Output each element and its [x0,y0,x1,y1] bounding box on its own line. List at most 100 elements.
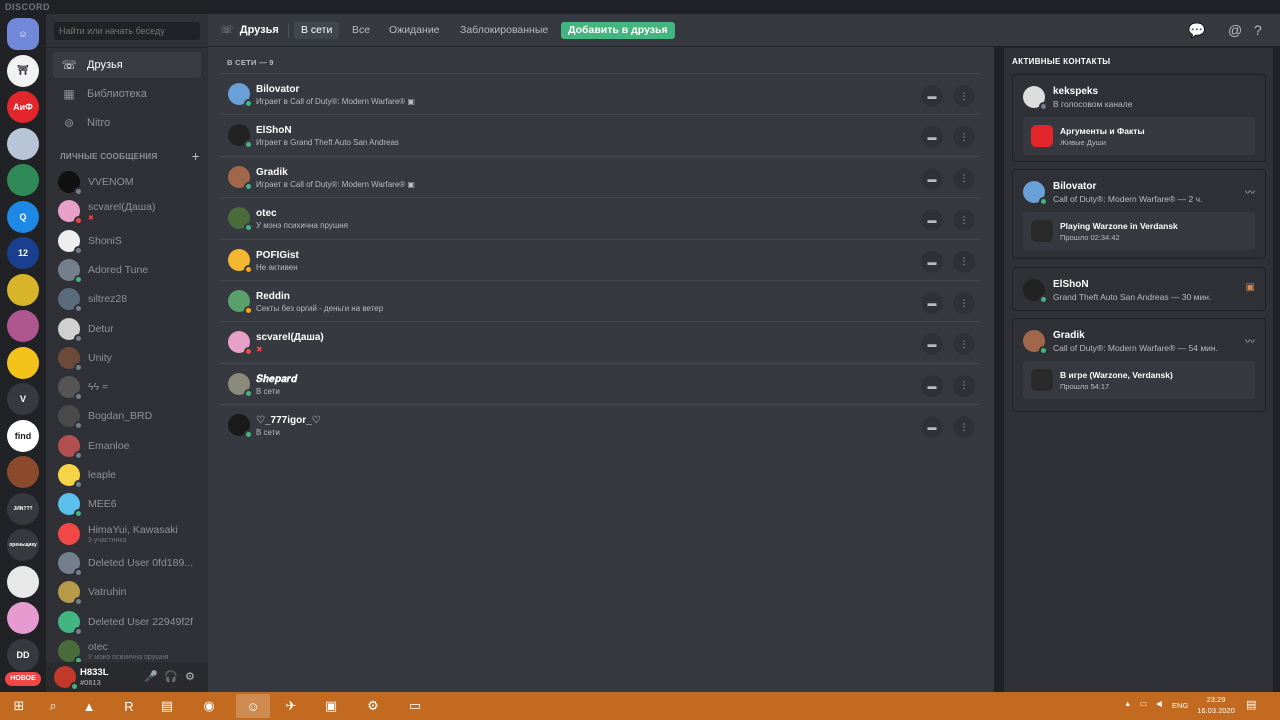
message-icon[interactable]: ▬ [921,374,943,397]
sidebar-item-library[interactable]: ▦ Библиотека [53,81,201,107]
activity-detail[interactable]: В игре (Warzone, Verdansk) Прошло 54:17 [1023,361,1255,399]
dm-item[interactable]: Unity [53,344,201,372]
tab-pending[interactable]: Ожидание [382,22,447,39]
friend-row[interactable]: Gradik Играет в Call of Duty®: Modern War… [220,155,980,197]
server-icon[interactable]: JИN??? [7,492,39,525]
server-icon[interactable]: ☺ [7,18,39,50]
more-options-icon[interactable]: ⋮ [953,85,975,107]
dm-item[interactable]: MEE6 [53,490,201,519]
server-icon[interactable] [7,164,39,196]
server-icon[interactable] [7,310,39,342]
activity-detail[interactable]: Аргументы и Факты Живые Души [1023,117,1255,155]
message-icon[interactable]: ▬ [921,85,943,107]
app-icon[interactable]: ▲ [72,694,106,718]
friend-row[interactable]: ElShoN Играет в Grand Theft Auto San Andr… [220,114,980,155]
dm-item[interactable]: Adored Tune [53,256,201,284]
message-icon[interactable]: ▬ [921,209,943,232]
search-input[interactable] [54,22,200,40]
dm-item[interactable]: otec У мэнэ психична прушня [53,637,201,662]
dm-item[interactable]: Bogdan_BRD [53,402,201,431]
app-icon[interactable]: ▣ [314,694,348,718]
activity-card[interactable]: Bilovator Call of Duty®: Modern Warfare® … [1012,169,1266,259]
friend-row[interactable]: Reddin Секты без оргий - деньги на ветер ▬… [220,280,980,321]
message-icon[interactable]: ▬ [921,126,943,149]
dm-item[interactable]: Emanloe [53,432,201,460]
more-options-icon[interactable]: ⋮ [953,333,975,356]
dm-item[interactable]: Vatruhin [53,578,201,607]
mentions-icon[interactable]: @ [1228,22,1242,38]
tab-blocked[interactable]: Заблокированные [453,22,555,39]
server-icon[interactable] [7,346,39,379]
dm-item[interactable]: Detur [53,315,201,343]
create-dm-icon[interactable]: + [192,148,200,164]
friend-row[interactable]: Bilovator Играет в Call of Duty®: Modern … [220,73,980,114]
clock-time[interactable]: 23:29 [1196,695,1236,704]
mute-microphone-icon[interactable]: 🎤 [144,670,158,683]
more-options-icon[interactable]: ⋮ [953,209,975,232]
tab-online[interactable]: В сети [294,22,340,39]
network-icon[interactable]: ▭ [1140,699,1147,708]
server-icon[interactable]: ⛩ [7,54,39,87]
message-icon[interactable]: ▬ [921,167,943,190]
tab-all[interactable]: Все [345,22,377,39]
avatar[interactable] [54,666,79,691]
app-icon[interactable]: ▤ [150,694,184,718]
friend-row[interactable]: scvarel(Даша) ✖ ▬ ⋮ [220,321,980,362]
friend-row[interactable]: otec У мэнэ психична прушня ▬ ⋮ [220,197,980,238]
dm-item[interactable]: siltrez28 [53,285,201,314]
headphones-icon[interactable]: 🎧 [164,670,178,683]
server-icon[interactable]: DD [7,638,39,671]
dm-item[interactable]: HimaYui, Kawasaki 3 участника [53,520,201,548]
gear-icon[interactable]: ⚙ [185,670,195,683]
server-icon[interactable] [7,565,39,598]
more-options-icon[interactable]: ⋮ [953,167,975,190]
server-icon[interactable] [7,602,39,634]
server-icon[interactable]: V [7,383,39,415]
dm-item[interactable]: leaple [53,461,201,489]
discord-icon[interactable]: ☺ [236,694,270,718]
server-icon[interactable]: find [7,419,39,452]
notifications-icon[interactable]: ▤ [1246,698,1256,711]
server-icon[interactable]: 12 [7,237,39,269]
more-options-icon[interactable]: ⋮ [953,374,975,397]
server-icon[interactable] [7,127,39,160]
steam-icon[interactable]: ⚙ [356,694,390,718]
activity-card[interactable]: kekspeks В голосовом канале Аргументы и Фа… [1012,74,1266,162]
activity-card[interactable]: Gradik Call of Duty®: Modern Warfare® — 5… [1012,318,1266,412]
more-options-icon[interactable]: ⋮ [953,416,975,439]
server-icon[interactable]: АиФ [7,91,39,123]
message-icon[interactable]: ▬ [921,416,943,439]
server-icon[interactable] [7,273,39,306]
sidebar-item-friends[interactable]: ☏ Друзья [53,52,201,78]
more-options-icon[interactable]: ⋮ [953,126,975,149]
server-icon[interactable]: ореньщику [7,529,39,561]
search-icon[interactable]: ⌕ [36,694,70,718]
add-friend-button[interactable]: Добавить в друзья [561,22,675,39]
new-badge[interactable]: НОВОЕ [5,672,41,686]
help-icon[interactable]: ? [1254,22,1262,38]
message-icon[interactable]: ▬ [921,333,943,356]
language-indicator[interactable]: ENG [1172,701,1188,710]
dm-item[interactable]: Deleted User 22949f2f [53,608,201,636]
dm-item[interactable]: Deleted User 0fd189... [53,549,201,577]
activity-card[interactable]: ElShoN Grand Theft Auto San Andreas — 30 … [1012,267,1266,311]
telegram-icon[interactable]: ✈ [274,694,308,718]
dm-item[interactable]: scvarel(Даша) ✖ [53,197,201,226]
server-icon[interactable]: Q [7,200,39,233]
new-group-dm-icon[interactable]: 💬 [1188,22,1205,39]
windows-start-icon[interactable]: ⊞ [2,694,36,718]
friend-row[interactable]: 𝑺𝒉𝒆𝒑𝒂𝒓𝒅 В сети ▬ ⋮ [220,362,980,404]
dm-item[interactable]: ϟϟ ≈ [53,373,201,402]
more-options-icon[interactable]: ⋮ [953,250,975,273]
firefox-icon[interactable]: ◉ [192,694,226,718]
friend-row[interactable]: ♡_777igor_♡ В сети ▬ ⋮ [220,404,980,445]
folder-icon[interactable]: ▭ [398,694,432,718]
server-icon[interactable] [7,456,39,488]
sidebar-item-nitro[interactable]: ⊚ Nitro [53,110,201,136]
app-icon[interactable]: R [112,694,146,718]
message-icon[interactable]: ▬ [921,292,943,314]
activity-detail[interactable]: Playing Warzone in Verdansk Прошло 02:34:… [1023,212,1255,250]
clock-date[interactable]: 16.03.2020 [1196,706,1236,715]
dm-item[interactable]: ShoniS [53,227,201,255]
volume-icon[interactable]: ◀ [1156,699,1162,708]
